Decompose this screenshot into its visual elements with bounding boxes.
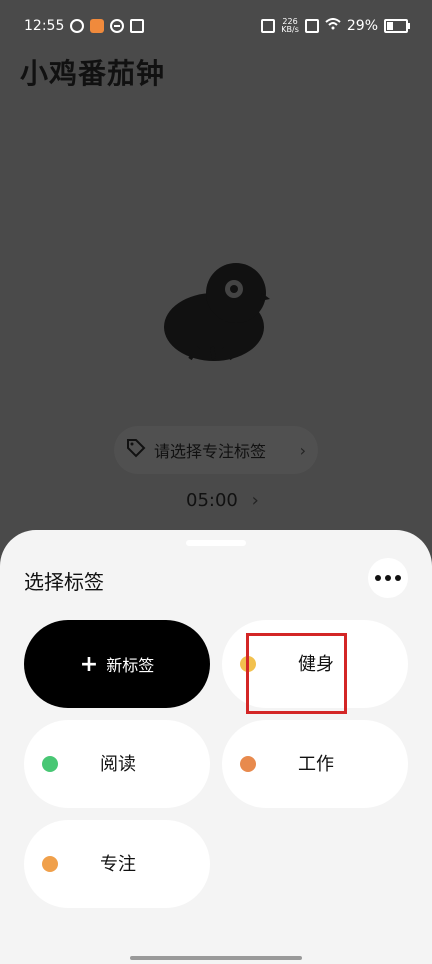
vibrate-icon: [261, 19, 276, 33]
chevron-right-icon: ›: [251, 490, 259, 511]
highlight-box: [246, 633, 347, 714]
app-logo: 小鸡番茄钟: [20, 57, 166, 90]
network-speed: 226 KB/s: [281, 17, 299, 34]
tag-item-work[interactable]: 工作: [222, 720, 408, 808]
sim-icon: [304, 19, 319, 33]
battery-icon: [384, 19, 410, 33]
select-focus-tag-button[interactable]: 请选择专注标签 ›: [114, 426, 318, 474]
new-tag-label: 新标签: [106, 656, 155, 675]
tag-item-reading[interactable]: 阅读: [24, 720, 210, 808]
tag-color-dot: [240, 756, 256, 772]
timer-value: 05:00: [186, 490, 238, 511]
chevron-right-icon: ›: [299, 440, 306, 460]
tag-icon: [126, 438, 146, 462]
tag-color-dot: [42, 756, 58, 772]
battery-percent: 29%: [346, 18, 378, 34]
tag-item-focus[interactable]: 专注: [24, 820, 210, 908]
status-time: 12:55: [24, 18, 65, 34]
timer-display[interactable]: 05:00 ›: [186, 490, 259, 511]
tag-label: 阅读: [100, 754, 136, 775]
fan-icon: [70, 19, 85, 33]
wifi-icon: [325, 18, 341, 34]
chick-illustration: [158, 255, 270, 365]
home-indicator[interactable]: [130, 956, 302, 960]
sheet-handle[interactable]: [186, 540, 246, 546]
tag-label: 工作: [298, 754, 334, 775]
app-notification-icon: [90, 19, 105, 33]
message-icon: [130, 19, 145, 33]
select-tag-label: 请选择专注标签: [154, 442, 267, 461]
tag-color-dot: [42, 856, 58, 872]
more-options-button[interactable]: [368, 558, 408, 598]
new-tag-button[interactable]: + 新标签: [24, 620, 210, 708]
sheet-title: 选择标签: [24, 570, 104, 594]
do-not-disturb-icon: [110, 19, 125, 33]
plus-icon: +: [79, 651, 99, 677]
tag-label: 专注: [100, 854, 136, 875]
status-bar: 12:55 226 KB/s 29%: [0, 0, 432, 52]
